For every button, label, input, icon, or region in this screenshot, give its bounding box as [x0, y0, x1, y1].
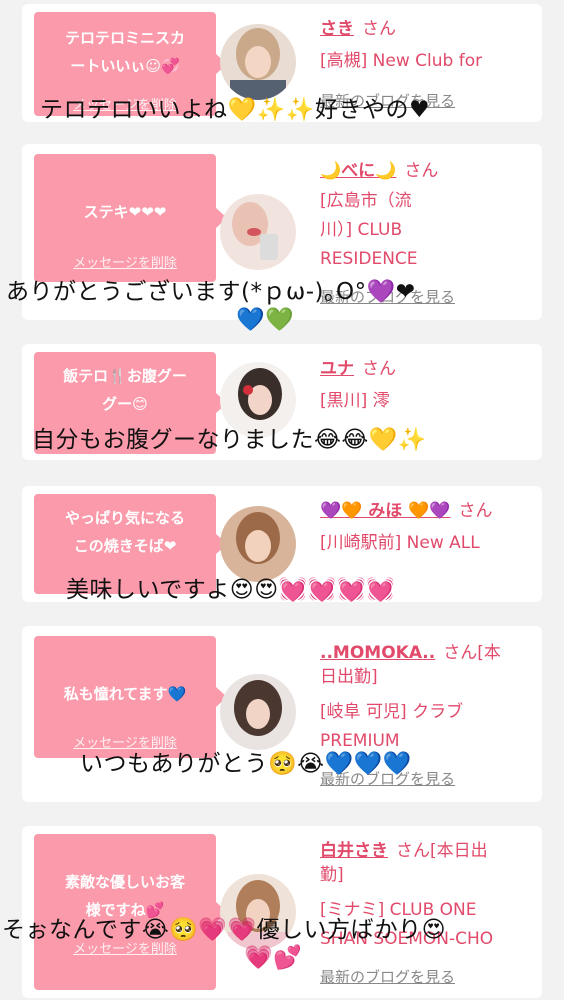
overlay-caption: ありがとうございます(*ｐω-)｡O°💜❤ [6, 279, 416, 305]
cast-name-link[interactable]: ユナ [320, 359, 354, 379]
message-text: グー😊 [102, 395, 148, 413]
latest-blog-link[interactable]: 最新のブログを見る [320, 966, 455, 987]
honorific: さん[本日出 [396, 841, 488, 861]
honorific: さん [404, 161, 439, 181]
overlay-caption: 自分もお腹グーなりました😂😂💛✨ [32, 427, 428, 453]
message-text: 素敵な優しいお客 [64, 873, 185, 891]
shop-info: 日出勤] [320, 667, 378, 687]
message-text: ステキ❤❤❤ [83, 203, 167, 221]
avatar[interactable] [220, 24, 296, 100]
honorific: さん [458, 501, 493, 521]
honorific: さん [362, 19, 396, 39]
message-bubble: ステキ❤❤❤ メッセージを削除 [34, 154, 227, 282]
shop-info: [黒川] 澪 [320, 391, 390, 411]
message-text: この焼きそば❤ [73, 537, 177, 555]
cast-name-link[interactable]: 白井さき [320, 841, 388, 861]
message-text: ートいいぃ☺💞 [70, 57, 180, 75]
overlay-caption: 💙💚 [236, 307, 295, 333]
overlay-caption: 💗💕 [244, 945, 303, 971]
honorific: さん[本 [443, 643, 501, 663]
cast-name-link[interactable]: ..MOMOKA.. [320, 643, 435, 663]
shop-info: 勤] [320, 865, 344, 885]
overlay-caption: そぉなんです😭🥺💗💗優しい方ばかり😍 [2, 917, 447, 943]
honorific: さん [362, 359, 396, 379]
overlay-caption: いつもありがとう🥺😭💙💙💙 [80, 751, 412, 777]
shop-info: 川）] CLUB [320, 220, 403, 240]
overlay-caption: テロテロいいよね💛✨✨好きやの♥ [40, 97, 431, 123]
shop-info: [岐阜 可児] クラブ [320, 702, 464, 722]
overlay-caption: 美味しいですよ😍😍💓💓💓💓 [66, 577, 396, 603]
cast-name-link[interactable]: さき [320, 19, 354, 39]
cast-name-link[interactable]: 💜🧡 みほ 🧡💜 [320, 501, 451, 521]
shop-info: [高槻] New Club for [320, 51, 483, 71]
avatar[interactable] [220, 674, 296, 750]
message-text: 飯テロ🍴お腹グー [63, 367, 187, 385]
shop-info: [広島市（流 [320, 191, 412, 211]
shop-info: [川崎駅前] New ALL [320, 533, 480, 553]
message-text: やっぱり気になる [64, 509, 185, 527]
cast-name-link[interactable]: 🌙べに🌙 [320, 161, 396, 181]
shop-info: RESIDENCE [320, 249, 418, 269]
message-bubble: 私も憧れてます💙 メッセージを削除 [34, 636, 227, 758]
delete-message-link[interactable]: メッセージを削除 [34, 252, 216, 271]
avatar[interactable] [220, 194, 296, 270]
message-text: テロテロミニスカ [64, 29, 185, 47]
message-text: 私も憧れてます💙 [63, 685, 187, 703]
